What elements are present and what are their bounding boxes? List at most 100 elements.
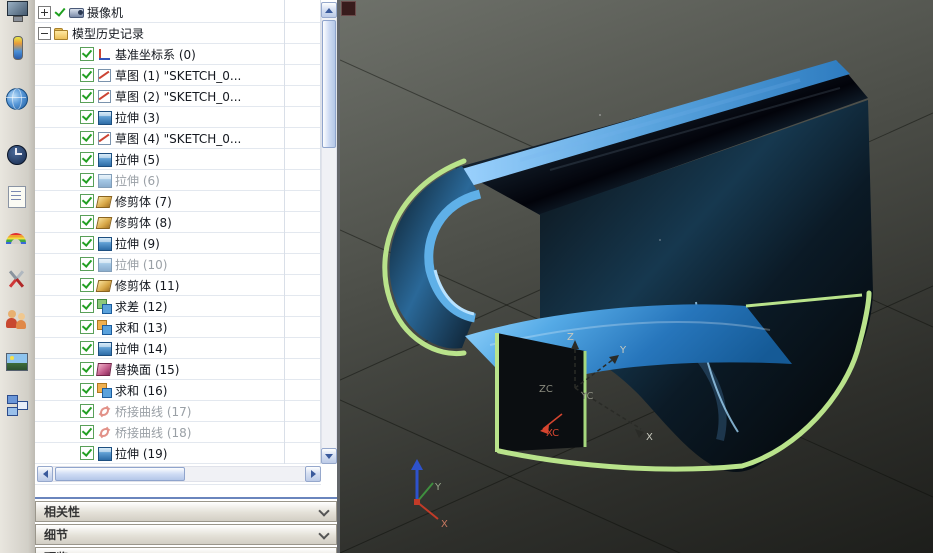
section-dependencies[interactable]: 相关性 — [35, 501, 337, 522]
feature-checkbox[interactable] — [80, 215, 94, 229]
feature-checkbox[interactable] — [80, 278, 94, 292]
tree-row[interactable]: 草图 (1) "SKETCH_0... — [35, 65, 321, 86]
plus-expander-icon[interactable] — [38, 5, 51, 19]
tick-icon — [81, 110, 93, 121]
tools-icon[interactable] — [4, 267, 30, 293]
tree-row[interactable]: 拉伸 (10) — [35, 254, 321, 275]
unite-icon — [97, 319, 112, 335]
monitor-icon[interactable] — [4, 0, 30, 23]
triangle-up-icon — [325, 7, 333, 13]
section-details[interactable]: 细节 — [35, 524, 337, 545]
extrude-icon — [97, 236, 112, 251]
notes-icon[interactable] — [4, 184, 30, 210]
icon-part — [11, 191, 21, 192]
icon-part — [13, 16, 23, 22]
replace-face-icon — [97, 362, 112, 377]
section-preview[interactable]: 预览 — [35, 547, 337, 553]
tree-row[interactable]: 求差 (12) — [35, 296, 321, 317]
tree-row[interactable]: 求和 (16) — [35, 380, 321, 401]
resource-bar — [0, 0, 36, 553]
icon-part — [16, 153, 22, 155]
gauge-icon[interactable] — [4, 35, 30, 61]
diagram-icon[interactable] — [4, 392, 30, 418]
feature-checkbox[interactable] — [80, 383, 94, 397]
feature-checkbox[interactable] — [80, 89, 94, 103]
tree-row[interactable]: 草图 (2) "SKETCH_0... — [35, 86, 321, 107]
feature-checkbox[interactable] — [80, 173, 94, 187]
feature-checkbox[interactable] — [80, 341, 94, 355]
model-3d[interactable] — [382, 60, 873, 472]
tick-icon — [81, 68, 93, 79]
scroll-down-button[interactable] — [321, 448, 337, 464]
feature-checkbox[interactable] — [80, 131, 94, 145]
vertical-scroll-track[interactable] — [321, 18, 337, 448]
feature-checkbox[interactable] — [80, 194, 94, 208]
tree-row[interactable]: 拉伸 (19) — [35, 443, 321, 464]
feature-checkbox[interactable] — [80, 446, 94, 460]
feature-checkbox[interactable] — [80, 320, 94, 334]
y-axis-label: Y — [619, 345, 627, 356]
feature-checkbox[interactable] — [80, 425, 94, 439]
trim-icon — [97, 215, 112, 230]
tree-row[interactable]: 拉伸 (6) — [35, 170, 321, 191]
tick-icon — [81, 425, 93, 436]
graphics-window[interactable]: Z Y X ZC YC XC Y X — [340, 0, 933, 553]
feature-checkbox[interactable] — [80, 404, 94, 418]
tree-row[interactable]: 求和 (13) — [35, 317, 321, 338]
tree-item-label: 修剪体 (11) — [115, 278, 180, 293]
vertical-scroll-thumb[interactable] — [322, 20, 336, 148]
icon-part — [18, 313, 25, 320]
scroll-right-button[interactable] — [305, 466, 321, 482]
tree-row[interactable]: 模型历史记录 — [35, 23, 321, 44]
tree-row[interactable]: 桥接曲线 (18) — [35, 422, 321, 443]
tick-icon — [81, 47, 93, 58]
tree-row[interactable]: 基准坐标系 (0) — [35, 44, 321, 65]
rainbow-icon[interactable] — [4, 227, 30, 253]
feature-checkbox[interactable] — [80, 236, 94, 250]
photo-icon[interactable] — [4, 349, 30, 375]
minus-expander-icon[interactable] — [38, 26, 51, 40]
tree-item-label: 桥接曲线 (17) — [115, 404, 192, 419]
triad-z-arrowhead — [411, 459, 423, 470]
feature-checkbox[interactable] — [80, 47, 94, 61]
horizontal-scroll-thumb[interactable] — [55, 467, 185, 481]
check-mark-icon — [54, 6, 66, 18]
tree-row[interactable]: 替换面 (15) — [35, 359, 321, 380]
people-icon[interactable] — [4, 307, 30, 333]
tree-row[interactable]: 拉伸 (3) — [35, 107, 321, 128]
triad-origin — [414, 499, 420, 505]
tick-icon — [81, 320, 93, 331]
tick-icon — [81, 131, 93, 142]
tree-item-label: 求和 (16) — [115, 383, 168, 398]
tick-icon — [81, 446, 93, 457]
icon-part — [7, 1, 28, 16]
feature-checkbox[interactable] — [80, 257, 94, 271]
clock-icon[interactable] — [4, 142, 30, 168]
globe-icon[interactable] — [4, 86, 30, 112]
tick-icon — [81, 194, 93, 205]
tree-row[interactable]: 拉伸 (14) — [35, 338, 321, 359]
tree-row[interactable]: 拉伸 (5) — [35, 149, 321, 170]
view-border-icon — [341, 1, 356, 16]
feature-checkbox[interactable] — [80, 68, 94, 82]
chevron-down-icon[interactable] — [316, 528, 331, 542]
horizontal-scroll-track[interactable] — [53, 466, 305, 482]
tree-row[interactable]: 草图 (4) "SKETCH_0... — [35, 128, 321, 149]
tick-icon — [81, 341, 93, 352]
feature-checkbox[interactable] — [80, 299, 94, 313]
tree-item-label: 拉伸 (5) — [115, 152, 160, 167]
tree-row[interactable]: 桥接曲线 (17) — [35, 401, 321, 422]
panel-splitter[interactable] — [35, 497, 337, 499]
tree-row[interactable]: 拉伸 (9) — [35, 233, 321, 254]
tree-row[interactable]: 修剪体 (7) — [35, 191, 321, 212]
feature-checkbox[interactable] — [80, 362, 94, 376]
scroll-left-button[interactable] — [37, 466, 53, 482]
tree-item-label: 拉伸 (6) — [115, 173, 160, 188]
tree-row[interactable]: 修剪体 (11) — [35, 275, 321, 296]
feature-checkbox[interactable] — [80, 152, 94, 166]
tree-row[interactable]: 修剪体 (8) — [35, 212, 321, 233]
tree-row[interactable]: 摄像机 — [35, 2, 321, 23]
chevron-down-icon[interactable] — [316, 505, 331, 519]
feature-checkbox[interactable] — [80, 110, 94, 124]
scroll-up-button[interactable] — [321, 2, 337, 18]
